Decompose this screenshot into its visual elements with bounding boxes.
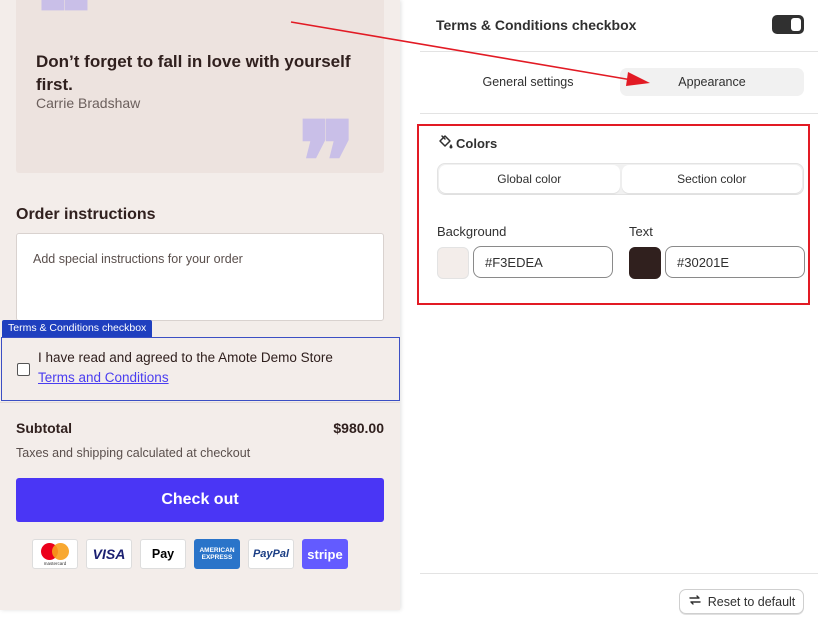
subtotal-value: $980.00 [333,420,384,436]
payment-icons: mastercard VISA Pay AMERICAN EXPRESS Pay… [32,539,348,569]
section-color-option[interactable]: Section color [621,165,802,193]
close-quote-icon: ❞ [298,99,356,225]
colors-title: Colors [456,136,498,151]
quote-text: Don’t forget to fall in love with yourse… [36,52,351,94]
terms-agreement-text: I have read and agreed to the Amote Demo… [38,350,333,365]
taxes-note: Taxes and shipping calculated at checkou… [16,446,251,460]
reset-icon [688,593,702,610]
text-color-label: Text [629,224,653,239]
divider [420,51,818,52]
divider [420,113,818,114]
divider [420,573,818,574]
panel-title: Terms & Conditions checkbox [436,17,637,33]
tab-general-settings[interactable]: General settings [436,68,620,96]
background-color-input[interactable]: #F3EDEA [473,246,613,278]
visa-icon: VISA [86,539,132,569]
stripe-icon: stripe [302,539,348,569]
reset-label: Reset to default [707,594,796,609]
divider [0,402,400,403]
global-color-option[interactable]: Global color [439,165,620,193]
quote-card: ❝ Don’t forget to fall in love with your… [16,0,384,216]
mastercard-label: mastercard [43,560,67,566]
tab-appearance[interactable]: Appearance [620,68,804,96]
mastercard-icon: mastercard [32,539,78,569]
settings-tabs: General settings Appearance [436,68,804,96]
reset-to-default-button[interactable]: Reset to default [679,589,804,614]
amex-line1: AMERICAN [199,547,235,554]
colors-section-highlight: Colors Global color Section color Backgr… [417,124,810,305]
background-color-label: Background [437,224,507,239]
order-instructions-title: Order instructions [16,206,156,223]
amex-line2: EXPRESS [201,554,233,561]
paint-bucket-icon [437,134,453,153]
background-color-swatch[interactable] [437,247,469,279]
colors-heading: Colors [437,134,497,153]
color-mode-segmented-control: Global color Section color [437,163,804,195]
text-color-input[interactable]: #30201E [665,246,805,278]
order-instructions-input[interactable]: Add special instructions for your order [16,233,384,321]
terms-checkbox[interactable] [17,363,30,376]
text-color-swatch[interactable] [629,247,661,279]
terms-link[interactable]: Terms and Conditions [38,370,169,385]
amex-icon: AMERICAN EXPRESS [194,539,240,569]
cart-preview: ❝ Don’t forget to fall in love with your… [0,0,400,610]
terms-section-tag[interactable]: Terms & Conditions checkbox [2,320,153,337]
settings-panel: Terms & Conditions checkbox General sett… [417,0,818,627]
paypal-icon: PayPal [248,539,294,569]
checkout-button[interactable]: Check out [16,478,384,522]
apple-pay-icon: Pay [140,539,186,569]
subtotal-label: Subtotal [16,420,72,436]
section-visibility-toggle[interactable] [772,15,804,34]
quote-author: Carrie Bradshaw [36,95,141,111]
terms-checkbox-block[interactable]: I have read and agreed to the Amote Demo… [1,337,400,401]
